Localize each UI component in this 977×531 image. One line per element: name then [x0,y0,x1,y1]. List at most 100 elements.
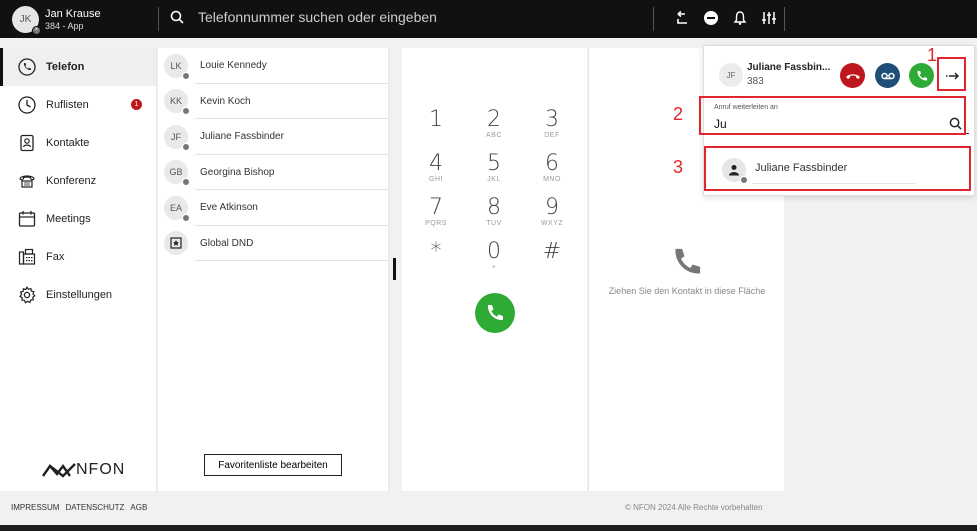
nfon-logo: NFON [42,461,125,479]
dial-key-8[interactable]: 8 TUV [469,196,519,228]
list-item[interactable]: JF Juliane Fassbinder [158,119,388,155]
dial-key-7[interactable]: 7 PQRS [411,196,461,228]
voicemail-button[interactable] [875,63,900,88]
dnd-icon [164,231,188,256]
status-indicator [182,71,190,80]
edit-favorites-button[interactable]: Favoritenliste bearbeiten [204,454,342,476]
phone-icon [487,305,503,321]
highlight-box-3 [704,146,971,191]
copyright-text: © NFON 2024 Alle Rechte vorbehalten [625,503,763,512]
status-indicator [182,213,190,222]
voicemail-icon [880,72,895,79]
avatar-initials: GB [169,167,183,178]
step-number-1: 1 [927,45,938,65]
dial-key-6[interactable]: 6 MNO [527,152,577,184]
sidebar-item-label: Meetings [46,213,91,225]
sidebar: Telefon Ruflisten 1 Kontakte Konferenz M… [0,48,157,491]
dialpad: 1 2 ABC 3 DEF 4 GHI 5 JKL 6 MNO 7 PQRS 8 TUV 9W… [402,48,587,491]
dial-key-1[interactable]: 1 [411,108,461,132]
dial-key-5[interactable]: 5 JKL [469,152,519,184]
avatar-initials: JK [19,14,32,25]
step-number-3: 3 [673,157,684,177]
key-digit: 0 [487,239,501,264]
key-letters: ABC [486,132,502,139]
sidebar-item-telefon[interactable]: Telefon [0,48,156,86]
do-not-disturb-icon[interactable] [696,10,725,26]
avatar-initials: JF [171,131,181,142]
sliders-icon[interactable] [754,10,783,26]
sidebar-item-meetings[interactable]: Meetings [0,200,156,238]
list-item[interactable]: KK Kevin Koch [158,84,388,119]
sidebar-item-label: Konferenz [46,175,97,187]
key-letters: + [491,264,497,271]
key-digit: 8 [487,195,501,220]
contact-name: Eve Atkinson [200,202,258,214]
key-digit: 3 [545,107,559,132]
avatar: EA [164,195,190,222]
list-item[interactable]: EA Eve Atkinson [158,190,388,226]
sidebar-item-label: Kontakte [46,137,90,149]
list-item[interactable]: Global DND [158,226,388,261]
resize-handle[interactable] [393,258,396,280]
favorites-panel: LK Louie Kennedy KK Kevin Koch JF Julian… [158,48,389,491]
list-item[interactable]: GB Georgina Bishop [158,155,388,190]
gear-icon [18,286,36,304]
sidebar-item-label: Einstellungen [46,289,113,301]
fax-icon [18,248,36,266]
calendar-icon [18,210,36,228]
hangup-button[interactable] [840,63,865,88]
key-digit: 5 [487,151,501,176]
agb-link[interactable]: AGB [130,503,147,512]
dial-key-2[interactable]: 2 ABC [469,108,519,140]
call-button[interactable] [475,293,515,333]
dial-key-4[interactable]: 4 GHI [411,152,461,184]
sidebar-item-einstellungen[interactable]: Einstellungen [0,276,156,314]
avatar-initials: EA [169,202,182,213]
dial-key-9[interactable]: 9 WXYZ [527,196,577,228]
avatar-initials: JF [726,70,736,80]
sidebar-item-fax[interactable]: Fax [0,238,156,276]
status-indicator [182,107,190,116]
key-digit: 9 [545,195,559,220]
caller-name: Juliane Fassbin... [747,62,831,73]
status-indicator: × [32,26,41,35]
contact-name: Juliane Fassbinder [200,131,284,143]
search-bar[interactable]: Telefonnummer suchen oder eingeben [170,9,437,25]
contact-icon [18,134,36,152]
call-forward-icon[interactable] [667,10,696,26]
key-digit: 1 [429,107,443,132]
missed-calls-badge: 1 [131,99,142,110]
user-profile[interactable]: JK × Jan Krause 384 - App [12,6,101,35]
sidebar-item-kontakte[interactable]: Kontakte [0,124,156,162]
search-input[interactable]: Telefonnummer suchen oder eingeben [198,9,437,25]
dial-key-hash[interactable]: # [527,240,577,264]
drop-zone-hint: Ziehen Sie den Kontakt in diese Fläche [608,286,766,296]
conference-icon [18,172,36,190]
footer-links: IMPRESSUM DATENSCHUTZ AGB [11,503,153,512]
key-letters: TUV [486,220,502,227]
list-item[interactable]: LK Louie Kennedy [158,48,388,84]
avatar[interactable]: JK × [12,6,41,35]
divider [158,7,159,31]
status-indicator [182,178,190,187]
avatar: JF [164,124,190,151]
user-extension: 384 - App [45,20,84,31]
bell-icon[interactable] [725,10,754,26]
avatar: GB [164,160,190,187]
dial-key-0[interactable]: 0 + [469,240,519,272]
impressum-link[interactable]: IMPRESSUM [11,503,59,512]
contact-name: Global DND [200,237,254,249]
dial-key-3[interactable]: 3 DEF [527,108,577,140]
highlight-box-1 [937,57,966,91]
datenschutz-link[interactable]: DATENSCHUTZ [65,503,124,512]
contact-name: Georgina Bishop [200,166,275,178]
key-letters: WXYZ [540,220,564,227]
dial-key-star[interactable]: * [411,240,461,264]
sidebar-item-ruflisten[interactable]: Ruflisten 1 [0,86,156,124]
step-number-2: 2 [673,104,684,124]
caller-number: 383 [747,76,764,87]
key-letters: DEF [544,132,560,139]
sidebar-item-konferenz[interactable]: Konferenz [0,162,156,200]
accept-button[interactable] [909,63,934,88]
phone-icon [18,58,36,76]
